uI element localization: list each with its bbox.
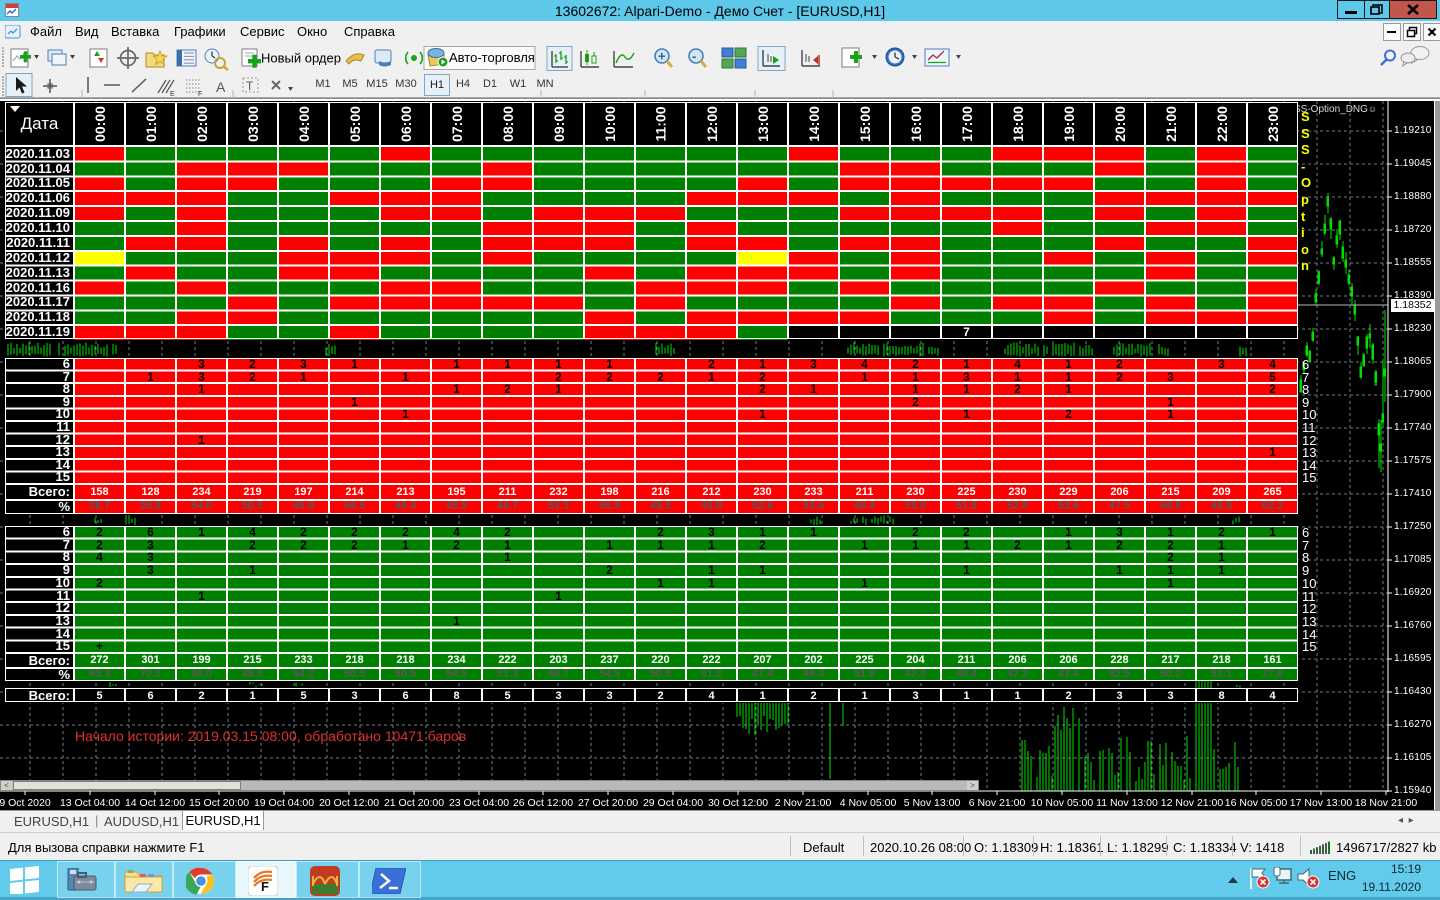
svg-text:A: A	[216, 79, 226, 95]
svg-text:-: -	[692, 49, 696, 64]
svg-text:F: F	[261, 879, 269, 894]
svg-text:Авто-торговля: Авто-торговля	[449, 50, 535, 65]
svg-text:T: T	[246, 79, 254, 93]
svg-text:E: E	[170, 91, 175, 98]
svg-text:F: F	[198, 91, 202, 98]
svg-text:Новый ордер: Новый ордер	[261, 51, 341, 66]
svg-text:+: +	[658, 49, 666, 64]
